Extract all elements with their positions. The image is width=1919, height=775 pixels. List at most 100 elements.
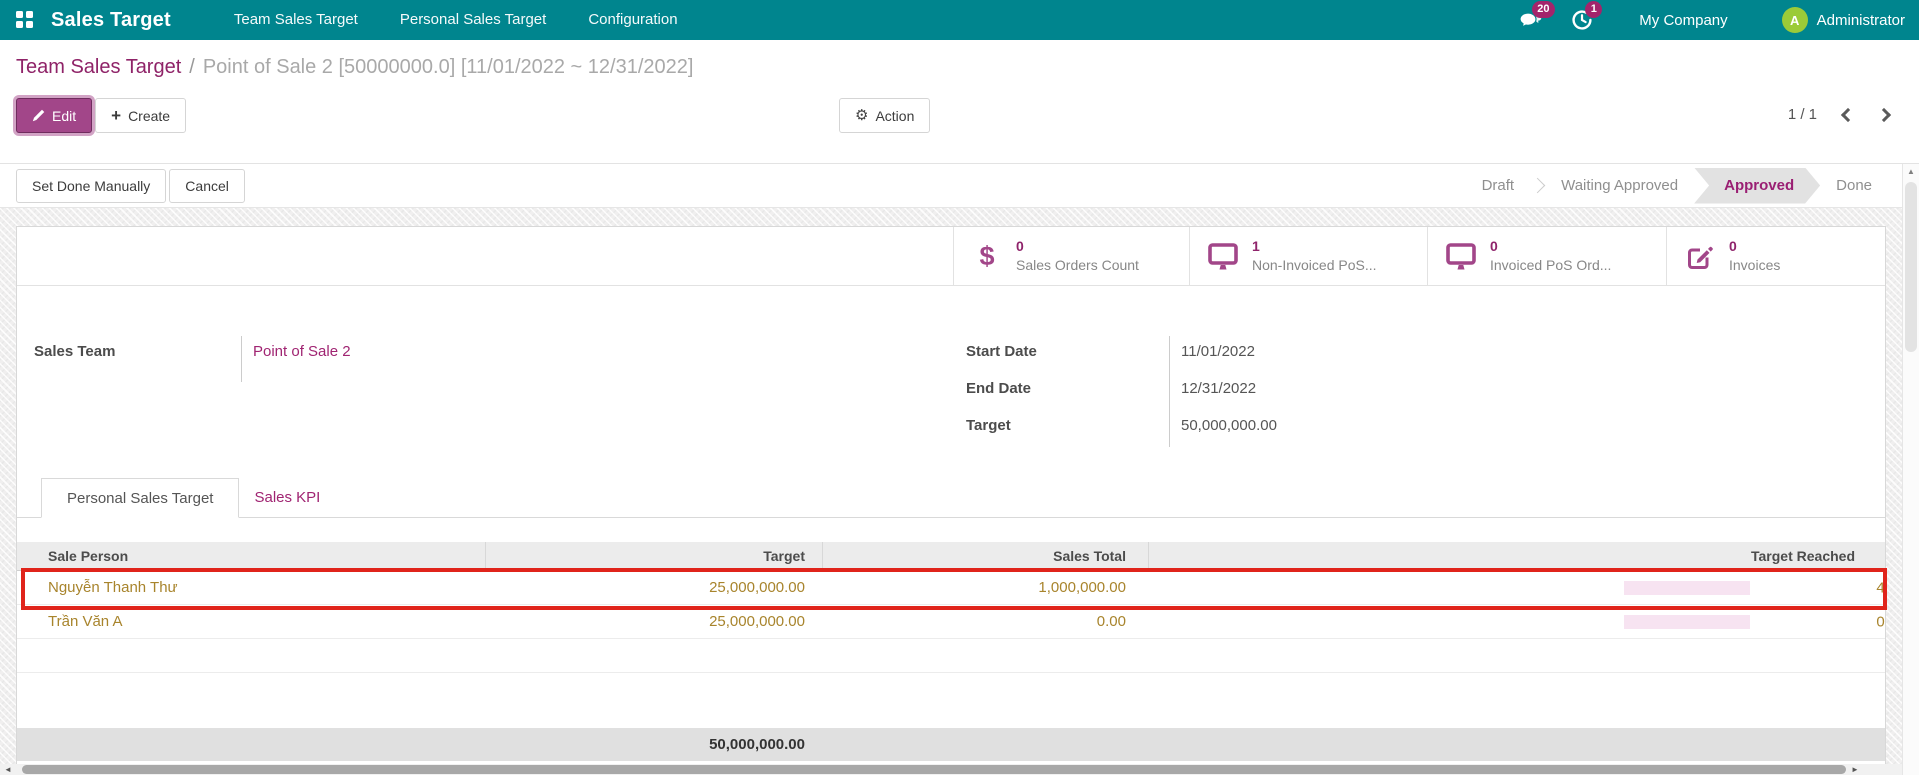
control-panel-buttons: Edit + Create ⚙ Action 1 / 1 — [0, 82, 1919, 163]
scroll-right-arrow-icon[interactable]: ► — [1851, 764, 1859, 775]
avatar: A — [1781, 7, 1808, 33]
app-brand[interactable]: Sales Target — [51, 9, 171, 32]
end-date-value: 12/31/2022 — [1169, 373, 1565, 410]
breadcrumb: Team Sales Target / Point of Sale 2 [50000… — [0, 40, 1919, 82]
sales-team-value-link[interactable]: Point of Sale 2 — [253, 343, 351, 360]
cell-sale-person: Nguyễn Thanh Thư — [48, 579, 178, 596]
cell-target-reached: 0% — [1148, 605, 1885, 638]
stat-label: Non-Invoiced PoS... — [1252, 257, 1377, 273]
target-column-total: 50,000,000.00 — [709, 736, 805, 753]
navbar-systray: 20 1 My Company A Administrator — [1504, 1, 1905, 33]
user-menu[interactable]: A Administrator — [1781, 7, 1905, 33]
menu-personal-sales-target[interactable]: Personal Sales Target — [379, 0, 567, 40]
stat-button-sales-orders[interactable]: $ 0 Sales Orders Count — [953, 227, 1189, 285]
column-header-target-reached[interactable]: Target Reached — [1148, 542, 1885, 570]
stat-label: Invoices — [1729, 257, 1781, 273]
target-value: 50,000,000.00 — [1169, 410, 1565, 447]
pager-next-button[interactable] — [1876, 107, 1892, 122]
pager-previous-button[interactable] — [1840, 107, 1856, 122]
stat-button-invoiced-pos[interactable]: 0 Invoiced PoS Ord... — [1427, 227, 1666, 285]
status-step-waiting-approved[interactable]: Waiting Approved — [1547, 168, 1692, 204]
workflow-row: Set Done Manually Cancel Draft Waiting A… — [0, 164, 1919, 208]
start-date-label: Start Date — [966, 343, 1037, 360]
form-sheet: $ 0 Sales Orders Count 1 Non-Invoiced Po… — [16, 226, 1886, 775]
start-date-value: 11/01/2022 — [1169, 336, 1565, 373]
target-reached-percent: 0% — [1876, 613, 1885, 630]
notebook-tabs: Personal Sales Target Sales KPI — [17, 477, 1885, 518]
stat-label: Sales Orders Count — [1016, 257, 1139, 273]
dollar-icon: $ — [979, 240, 995, 271]
table-total-row: 50,000,000.00 — [17, 728, 1885, 761]
activities-badge: 1 — [1585, 1, 1603, 18]
activities-button[interactable]: 1 — [1572, 1, 1603, 30]
stat-label: Invoiced PoS Ord... — [1490, 257, 1612, 273]
cell-sales-total: 1,000,000.00 — [1038, 579, 1126, 596]
table-header-row: Sale Person Target Sales Total Target Re… — [17, 542, 1885, 571]
scroll-up-arrow-icon[interactable]: ▲ — [1903, 164, 1919, 180]
pager-value: 1 / 1 — [1787, 106, 1817, 123]
column-header-target[interactable]: Target — [485, 542, 822, 570]
monitor-icon — [1206, 242, 1240, 270]
menu-team-sales-target[interactable]: Team Sales Target — [213, 0, 379, 40]
vertical-scrollbar[interactable]: ▲ — [1902, 164, 1919, 775]
sales-team-label: Sales Team — [34, 343, 116, 360]
empty-row — [17, 639, 1885, 673]
edit-button[interactable]: Edit — [16, 98, 93, 133]
pager: 1 / 1 — [1787, 98, 1892, 123]
target-label: Target — [966, 417, 1011, 434]
create-button[interactable]: + Create — [95, 98, 187, 133]
progress-bar — [1624, 580, 1750, 595]
horizontal-scrollbar[interactable]: ◄ ► — [0, 764, 1902, 775]
breadcrumb-parent[interactable]: Team Sales Target — [16, 56, 181, 78]
scroll-left-arrow-icon[interactable]: ◄ — [4, 764, 12, 775]
cell-sales-total: 0.00 — [1096, 613, 1126, 630]
chevron-right-icon — [1529, 177, 1546, 194]
form-background: $ 0 Sales Orders Count 1 Non-Invoiced Po… — [0, 208, 1919, 775]
cell-target: 25,000,000.00 — [709, 579, 805, 596]
breadcrumb-separator: / — [189, 56, 195, 78]
gear-icon: ⚙ — [855, 107, 869, 124]
plus-icon: + — [111, 106, 122, 125]
personal-sales-target-list: Sale Person Target Sales Total Target Re… — [17, 542, 1885, 761]
breadcrumb-current: Point of Sale 2 [50000000.0] [11/01/2022… — [202, 56, 694, 78]
table-row[interactable]: Nguyễn Thanh Thư 25,000,000.00 1,000,000… — [17, 571, 1885, 605]
status-step-draft[interactable]: Draft — [1468, 168, 1529, 204]
stat-value: 0 — [1490, 238, 1498, 255]
cell-target-reached: 4% — [1148, 571, 1885, 604]
column-header-sale-person[interactable]: Sale Person — [17, 542, 485, 570]
table-row[interactable]: Trần Văn A 25,000,000.00 0.00 0% — [17, 605, 1885, 639]
messages-badge: 20 — [1532, 1, 1555, 18]
tab-personal-sales-target[interactable]: Personal Sales Target — [41, 478, 240, 518]
progress-bar — [1624, 614, 1750, 629]
cancel-button[interactable]: Cancel — [169, 168, 245, 203]
stat-value: 0 — [1729, 238, 1737, 255]
stat-value: 1 — [1252, 238, 1260, 255]
vertical-scrollbar-thumb[interactable] — [1905, 182, 1917, 352]
user-name: Administrator — [1816, 11, 1905, 29]
menu-configuration[interactable]: Configuration — [567, 0, 698, 40]
form-fields: Sales Team Point of Sale 2 Start Date 11… — [17, 336, 1885, 447]
cell-sale-person: Trần Văn A — [48, 613, 123, 630]
messages-button[interactable]: 20 — [1519, 1, 1555, 30]
column-header-sales-total[interactable]: Sales Total — [822, 542, 1148, 570]
statusbar: Draft Waiting Approved Approved Done — [1468, 168, 1886, 204]
edit-note-icon — [1683, 243, 1717, 270]
action-button[interactable]: ⚙ Action — [839, 98, 931, 133]
end-date-label: End Date — [966, 380, 1032, 397]
tab-sales-kpi[interactable]: Sales KPI — [239, 478, 335, 518]
horizontal-scrollbar-thumb[interactable] — [22, 765, 1846, 774]
company-switcher[interactable]: My Company — [1639, 12, 1727, 29]
stat-value: 0 — [1016, 238, 1024, 255]
monitor-icon — [1444, 242, 1478, 270]
cell-target: 25,000,000.00 — [709, 613, 805, 630]
status-step-approved[interactable]: Approved — [1694, 168, 1820, 204]
set-done-manually-button[interactable]: Set Done Manually — [16, 168, 167, 203]
stat-button-invoices[interactable]: 0 Invoices — [1666, 227, 1885, 285]
pencil-icon — [32, 109, 45, 122]
stat-button-non-invoiced-pos[interactable]: 1 Non-Invoiced PoS... — [1189, 227, 1427, 285]
target-reached-percent: 4% — [1876, 579, 1885, 596]
apps-menu-icon[interactable] — [16, 11, 34, 29]
top-navbar: Sales Target Team Sales Target Personal … — [0, 0, 1919, 40]
status-step-done[interactable]: Done — [1822, 168, 1886, 204]
stat-button-box: $ 0 Sales Orders Count 1 Non-Invoiced Po… — [17, 227, 1885, 286]
